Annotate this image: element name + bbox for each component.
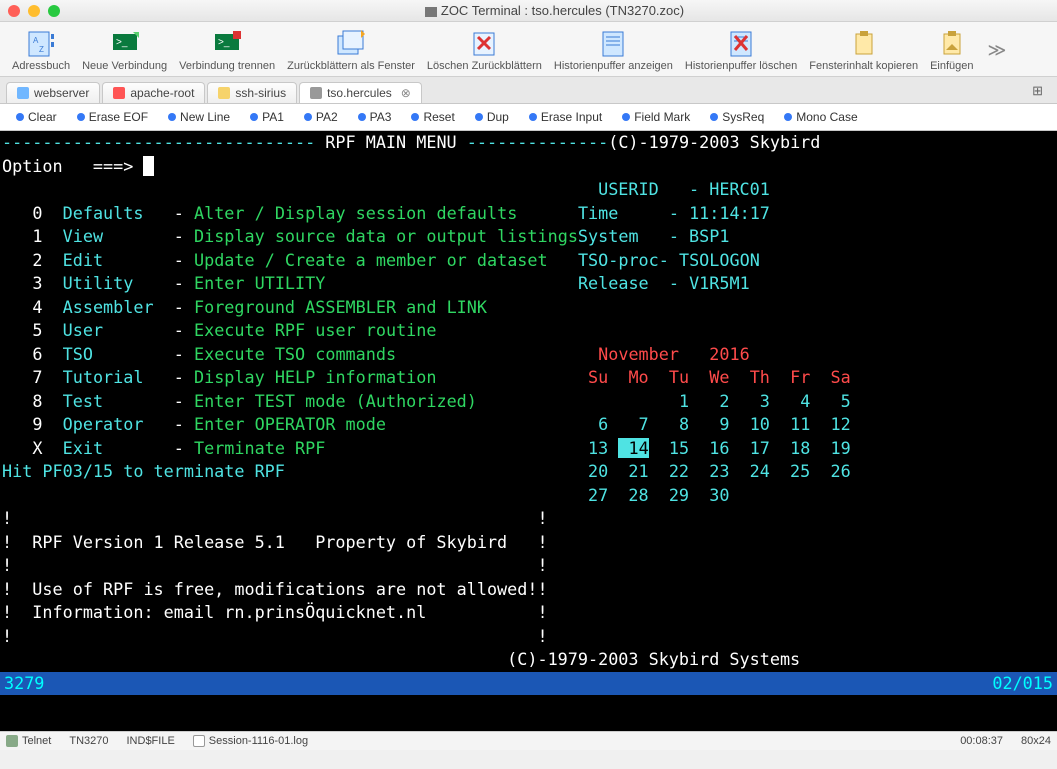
cursor-position: 02/015 — [992, 672, 1053, 696]
cmd-reset[interactable]: Reset — [403, 108, 462, 126]
toolbar-overflow[interactable]: ≫ — [980, 40, 1015, 61]
cmd-dup[interactable]: Dup — [467, 108, 517, 126]
cmd-erase-input[interactable]: Erase Input — [521, 108, 610, 126]
toolbar-label: Adressbuch — [12, 60, 70, 72]
protocol-indicator: Telnet — [6, 735, 51, 747]
cmd-label: Clear — [28, 110, 57, 124]
toolbar-disconnect[interactable]: >_ Verbindung trennen — [173, 26, 281, 74]
cmd-label: PA2 — [316, 110, 338, 124]
cmd-label: Erase Input — [541, 110, 602, 124]
minimize-window-button[interactable] — [28, 5, 40, 17]
tab-label: webserver — [34, 86, 89, 100]
dot-icon — [411, 113, 419, 121]
dot-icon — [77, 113, 85, 121]
telnet-icon — [6, 735, 18, 747]
tabs-menu-button[interactable]: ⊞ — [1024, 81, 1051, 103]
session-tabs: webserver apache-root ssh-sirius tso.hercul… — [0, 77, 1057, 104]
tab-label: apache-root — [130, 86, 194, 100]
dot-icon — [304, 113, 312, 121]
toolbar-scrollback-window[interactable]: Zurückblättern als Fenster — [281, 26, 421, 74]
cmd-new-line[interactable]: New Line — [160, 108, 238, 126]
dot-icon — [250, 113, 258, 121]
toolbar-label: Historienpuffer löschen — [685, 60, 797, 72]
tab-apache-root[interactable]: apache-root — [102, 82, 205, 103]
cmd-mono-case[interactable]: Mono Case — [776, 108, 865, 126]
cmd-label: New Line — [180, 110, 230, 124]
tab-webserver[interactable]: webserver — [6, 82, 100, 103]
dot-icon — [358, 113, 366, 121]
cmd-pa1[interactable]: PA1 — [242, 108, 292, 126]
svg-text:Z: Z — [39, 45, 44, 54]
dot-icon — [784, 113, 792, 121]
dot-icon — [710, 113, 718, 121]
dot-icon — [622, 113, 630, 121]
toolbar-paste[interactable]: Einfügen — [924, 26, 979, 74]
cmd-label: Erase EOF — [89, 110, 148, 124]
tab-label: tso.hercules — [327, 86, 392, 100]
cmd-label: Dup — [487, 110, 509, 124]
dot-icon — [168, 113, 176, 121]
toolbar-label: Historienpuffer anzeigen — [554, 60, 673, 72]
main-toolbar: AZ Adressbuch >_ Neue Verbindung >_ Verbindun… — [0, 22, 1057, 77]
toolbar-new-connection[interactable]: >_ Neue Verbindung — [76, 26, 173, 74]
cmd-label: PA3 — [370, 110, 392, 124]
toolbar-label: Fensterinhalt kopieren — [809, 60, 918, 72]
toolbar-copy-window[interactable]: Fensterinhalt kopieren — [803, 26, 924, 74]
terminal-screen[interactable]: ------------------------------- RPF MAIN… — [0, 131, 1057, 731]
tab-ssh-sirius[interactable]: ssh-sirius — [207, 82, 297, 103]
cmd-clear[interactable]: Clear — [8, 108, 65, 126]
toolbar-address-book[interactable]: AZ Adressbuch — [6, 26, 76, 74]
terminal-type: 3279 — [4, 672, 44, 696]
cmd-label: PA1 — [262, 110, 284, 124]
svg-text:>_: >_ — [218, 37, 230, 48]
cmd-sysreq[interactable]: SysReq — [702, 108, 772, 126]
toolbar-label: Neue Verbindung — [82, 60, 167, 72]
tn3270-command-bar: Clear Erase EOF New Line PA1 PA2 PA3 Reset Dup E… — [0, 104, 1057, 131]
cmd-pa3[interactable]: PA3 — [350, 108, 400, 126]
cmd-label: Field Mark — [634, 110, 690, 124]
log-indicator[interactable]: Session-1116-01.log — [193, 735, 308, 747]
window-titlebar: ZOC Terminal : tso.hercules (TN3270.zoc) — [0, 0, 1057, 22]
toolbar-clear-history[interactable]: Historienpuffer löschen — [679, 26, 803, 74]
window-title: ZOC Terminal : tso.hercules (TN3270.zoc) — [60, 3, 1049, 18]
tab-icon — [310, 87, 322, 99]
cmd-pa2[interactable]: PA2 — [296, 108, 346, 126]
dot-icon — [475, 113, 483, 121]
status-bar: Telnet TN3270 IND$FILE Session-1116-01.l… — [0, 731, 1057, 750]
svg-text:>_: >_ — [116, 37, 128, 48]
svg-text:A: A — [33, 36, 39, 45]
cmd-field-mark[interactable]: Field Mark — [614, 108, 698, 126]
tab-tso-hercules[interactable]: tso.hercules ⊗ — [299, 82, 422, 103]
zoom-window-button[interactable] — [48, 5, 60, 17]
dot-icon — [529, 113, 537, 121]
tab-icon — [113, 87, 125, 99]
tab-icon — [17, 87, 29, 99]
dot-icon — [16, 113, 24, 121]
toolbar-show-history[interactable]: Historienpuffer anzeigen — [548, 26, 679, 74]
cmd-label: SysReq — [722, 110, 764, 124]
toolbar-label: Verbindung trennen — [179, 60, 275, 72]
close-window-button[interactable] — [8, 5, 20, 17]
cmd-erase-eof[interactable]: Erase EOF — [69, 108, 156, 126]
emulation-indicator: TN3270 — [69, 735, 108, 747]
terminal-icon — [425, 7, 437, 17]
toolbar-label: Zurückblättern als Fenster — [287, 60, 415, 72]
transfer-indicator: IND$FILE — [127, 735, 175, 747]
toolbar-clear-scrollback[interactable]: Löschen Zurückblättern — [421, 26, 548, 74]
cmd-label: Mono Case — [796, 110, 857, 124]
toolbar-label: Löschen Zurückblättern — [427, 60, 542, 72]
elapsed-time: 00:08:37 — [960, 735, 1003, 747]
terminal-status-line: 3279 02/015 — [0, 672, 1057, 696]
tab-label: ssh-sirius — [235, 86, 286, 100]
screen-size: 80x24 — [1021, 735, 1051, 747]
cmd-label: Reset — [423, 110, 454, 124]
tab-close-icon[interactable]: ⊗ — [401, 86, 411, 100]
toolbar-label: Einfügen — [930, 60, 973, 72]
tab-icon — [218, 87, 230, 99]
checkbox-icon[interactable] — [193, 735, 205, 747]
